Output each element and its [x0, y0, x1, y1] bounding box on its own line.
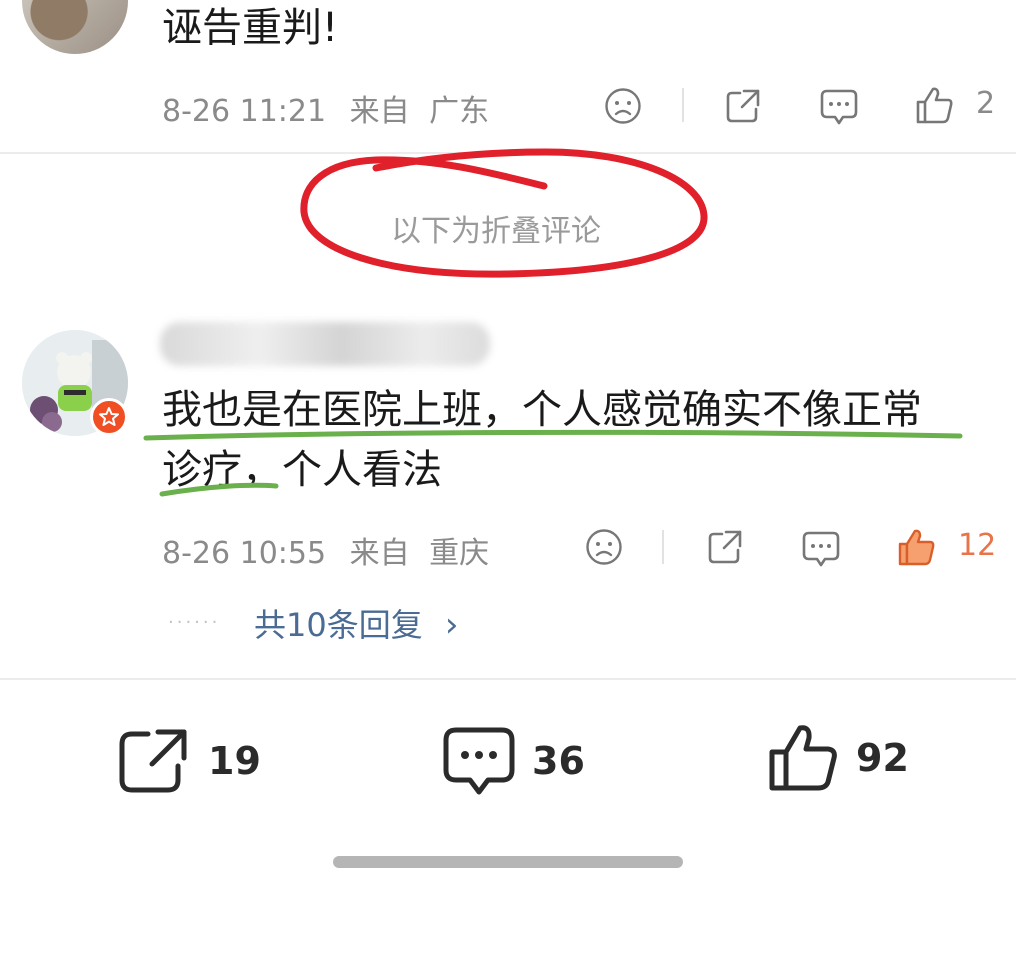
comment-time: 8-26 10:55 [162, 536, 327, 571]
replies-label: 共10条回复 [254, 606, 423, 644]
comment-icon[interactable] [818, 86, 860, 128]
share-count: 19 [208, 739, 261, 783]
replies-dots: ······ [168, 612, 221, 633]
share-icon[interactable] [704, 526, 746, 568]
view-replies-link[interactable]: 共10条回复 › [254, 600, 459, 646]
avatar[interactable] [22, 0, 128, 54]
comment-location: 重庆 [429, 536, 490, 571]
divider [0, 678, 1016, 680]
like-count: 12 [958, 528, 997, 563]
comment-source-prefix: 来自 [349, 536, 410, 571]
comment-meta: 8-26 10:55 来自 重庆 [162, 528, 489, 572]
sad-face-icon[interactable] [603, 86, 643, 126]
comment-source-prefix: 来自 [349, 94, 410, 129]
comment-count: 36 [532, 739, 585, 783]
sad-face-icon[interactable] [584, 527, 624, 567]
share-icon [119, 729, 187, 793]
comment-button[interactable]: 36 [442, 726, 585, 796]
thumb-up-icon[interactable] [914, 84, 956, 126]
red-circle-annotation [300, 148, 708, 278]
green-underline-annotation [143, 429, 963, 497]
share-icon[interactable] [722, 85, 764, 127]
chevron-right-icon: › [444, 605, 459, 645]
share-button[interactable]: 19 [118, 728, 261, 794]
thumb-up-icon [769, 725, 837, 791]
comment-text: 诬告重判! [162, 5, 339, 51]
comment-time: 8-26 11:21 [162, 94, 327, 129]
separator [662, 530, 664, 564]
comment-icon[interactable] [800, 528, 842, 570]
like-count: 2 [976, 86, 996, 121]
username-blurred[interactable] [160, 322, 490, 366]
comment-icon [443, 727, 515, 795]
like-count: 92 [856, 736, 909, 780]
like-button[interactable]: 92 [768, 722, 909, 794]
comment-meta: 8-26 11:21 来自 广东 [162, 86, 489, 130]
thumb-up-active-icon[interactable] [896, 526, 938, 568]
separator [682, 88, 684, 122]
comment-location: 广东 [429, 94, 490, 129]
verified-badge-icon [90, 398, 128, 436]
home-indicator[interactable] [333, 856, 683, 868]
